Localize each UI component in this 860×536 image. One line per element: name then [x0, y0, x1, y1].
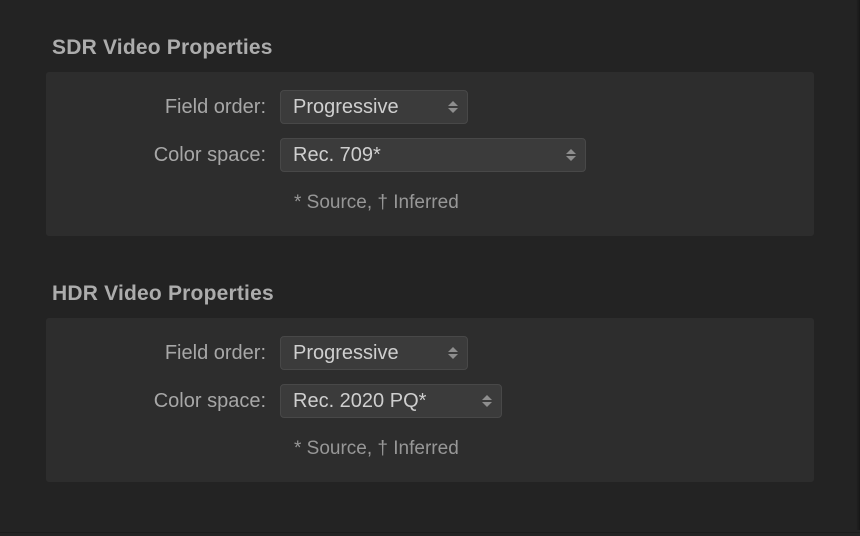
- sdr-footnote: * Source, † Inferred: [280, 186, 788, 214]
- sdr-field-order-label: Field order:: [72, 96, 280, 119]
- sdr-color-space-label: Color space:: [72, 144, 280, 167]
- sdr-section: Field order: Progressive Color space: Re…: [46, 72, 814, 236]
- updown-icon: [565, 149, 577, 161]
- sdr-color-space-popup[interactable]: Rec. 709*: [280, 138, 586, 172]
- hdr-color-space-row: Color space: Rec. 2020 PQ*: [72, 384, 788, 418]
- updown-icon: [447, 347, 459, 359]
- sdr-color-space-value: Rec. 709*: [293, 145, 381, 165]
- hdr-field-order-value: Progressive: [293, 343, 399, 363]
- hdr-field-order-label: Field order:: [72, 342, 280, 365]
- updown-icon: [481, 395, 493, 407]
- hdr-field-order-row: Field order: Progressive: [72, 336, 788, 370]
- hdr-section: Field order: Progressive Color space: Re…: [46, 318, 814, 482]
- sdr-field-order-value: Progressive: [293, 97, 399, 117]
- hdr-color-space-label: Color space:: [72, 390, 280, 413]
- hdr-section-title: HDR Video Properties: [46, 282, 814, 306]
- hdr-field-order-popup[interactable]: Progressive: [280, 336, 468, 370]
- sdr-field-order-row: Field order: Progressive: [72, 90, 788, 124]
- hdr-color-space-popup[interactable]: Rec. 2020 PQ*: [280, 384, 502, 418]
- updown-icon: [447, 101, 459, 113]
- hdr-footnote: * Source, † Inferred: [280, 432, 788, 460]
- sdr-section-title: SDR Video Properties: [46, 36, 814, 60]
- hdr-color-space-value: Rec. 2020 PQ*: [293, 391, 426, 411]
- video-properties-panel: SDR Video Properties Field order: Progre…: [0, 0, 860, 536]
- sdr-field-order-popup[interactable]: Progressive: [280, 90, 468, 124]
- sdr-color-space-row: Color space: Rec. 709*: [72, 138, 788, 172]
